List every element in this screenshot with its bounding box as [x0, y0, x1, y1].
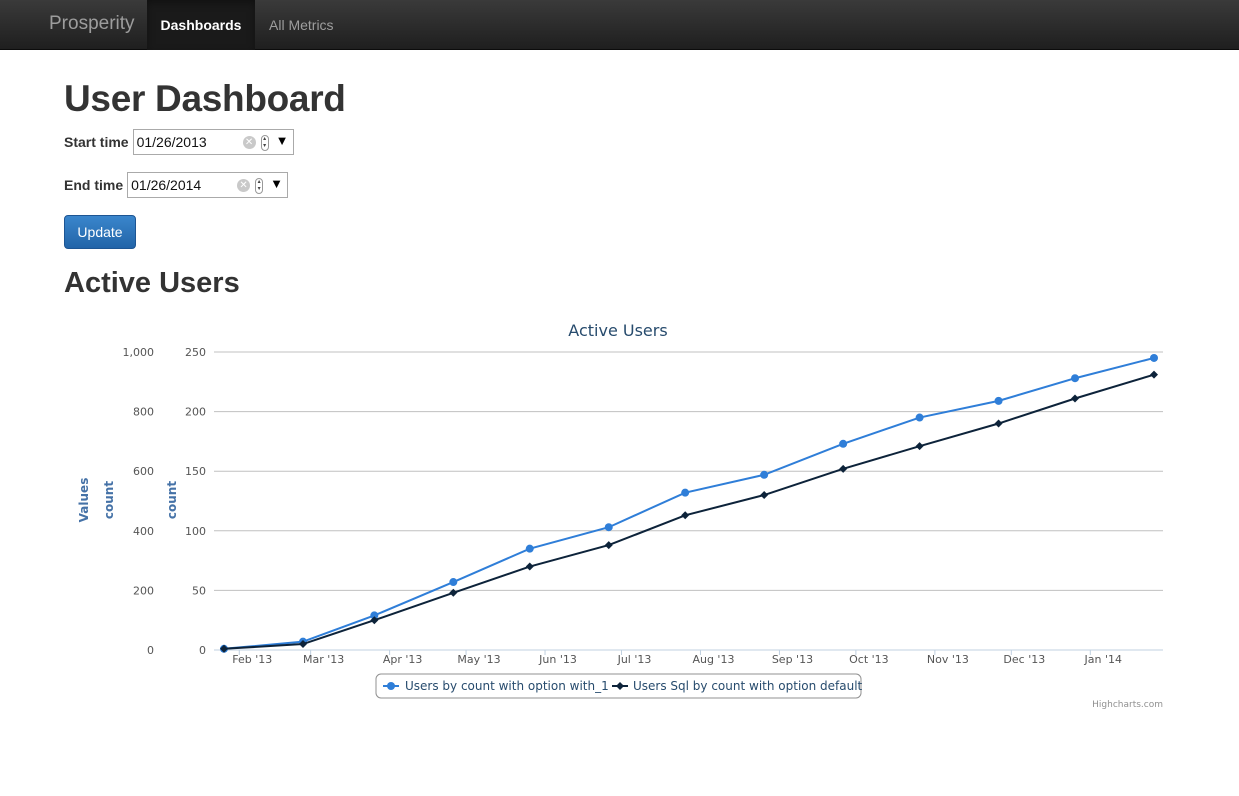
- data-point: [449, 578, 458, 587]
- y-tick-label-values: 0: [147, 644, 154, 657]
- x-axis: Feb '13 Mar '13 Apr '13 May '13 Jun '13 Jul '…: [232, 650, 1122, 666]
- series-line-1: [223, 356, 1155, 650]
- chart-title: Active Users: [568, 321, 667, 340]
- x-tick-label: Oct '13: [849, 653, 889, 666]
- data-point: [604, 523, 613, 532]
- chart-legend: Users by count with option with_1 Users …: [375, 673, 863, 699]
- data-point: [604, 541, 613, 550]
- x-tick-label: May '13: [457, 653, 500, 666]
- y-axis-title-count-2: count: [165, 481, 179, 519]
- data-point: [525, 544, 534, 553]
- y-axis-count: 0 50 100 150 200 250: [185, 346, 206, 657]
- y-tick-label-values: 200: [133, 584, 154, 597]
- y-tick-label-values: 600: [133, 465, 154, 478]
- x-tick-label: Feb '13: [232, 653, 272, 666]
- x-tick-label: Jan '14: [1084, 653, 1122, 666]
- x-tick-label: Aug '13: [692, 653, 734, 666]
- legend-item-series-1[interactable]: Users by count with option with_1: [383, 679, 609, 693]
- data-point: [1071, 374, 1080, 383]
- x-tick-label: Mar '13: [303, 653, 344, 666]
- data-point: [994, 419, 1003, 428]
- chart-gridlines: [214, 351, 1163, 651]
- y-axis-title-count-1: count: [102, 481, 116, 519]
- y-tick-label-count: 200: [185, 406, 206, 419]
- data-point: [1150, 353, 1158, 362]
- data-point: [915, 442, 924, 451]
- legend-item-series-2[interactable]: Users Sql by count with option default: [612, 679, 863, 693]
- legend-label-series-1: Users by count with option with_1: [405, 679, 609, 693]
- x-tick-label: Dec '13: [1003, 653, 1045, 666]
- y-tick-label-count: 150: [185, 465, 206, 478]
- data-point: [681, 511, 690, 520]
- x-tick-label: Nov '13: [927, 653, 969, 666]
- chart-credits[interactable]: Highcharts.com: [1092, 700, 1163, 710]
- data-point: [839, 439, 848, 448]
- legend-label-series-2: Users Sql by count with option default: [633, 679, 863, 693]
- y-tick-label-values: 1,000: [123, 346, 155, 359]
- data-point: [994, 396, 1003, 405]
- x-tick-label: Jul '13: [617, 653, 652, 666]
- data-point: [525, 562, 534, 571]
- y-tick-label-values: 800: [133, 406, 154, 419]
- y-axis-title-values: Values: [77, 478, 91, 523]
- x-tick-label: Jun '13: [538, 653, 577, 666]
- y-tick-label-count: 250: [185, 346, 206, 359]
- y-tick-label-count: 100: [185, 525, 206, 538]
- x-tick-label: Apr '13: [383, 653, 423, 666]
- x-tick-label: Sep '13: [772, 653, 813, 666]
- y-tick-label-values: 400: [133, 525, 154, 538]
- chart-series: [220, 353, 1158, 653]
- data-point: [915, 413, 924, 422]
- y-tick-label-count: 0: [199, 644, 206, 657]
- data-point: [760, 470, 769, 479]
- data-point: [760, 491, 769, 500]
- data-point: [1071, 394, 1080, 403]
- y-tick-label-count: 50: [192, 584, 206, 597]
- data-point: [681, 488, 690, 497]
- y-axis-values: 0 200 400 600 800 1,000: [123, 346, 155, 657]
- data-point: [1150, 370, 1158, 379]
- active-users-chart: Active Users 0 200 400 600 800 1,000 0 50 100 15…: [77, 321, 1163, 710]
- series-line-2: [223, 373, 1155, 650]
